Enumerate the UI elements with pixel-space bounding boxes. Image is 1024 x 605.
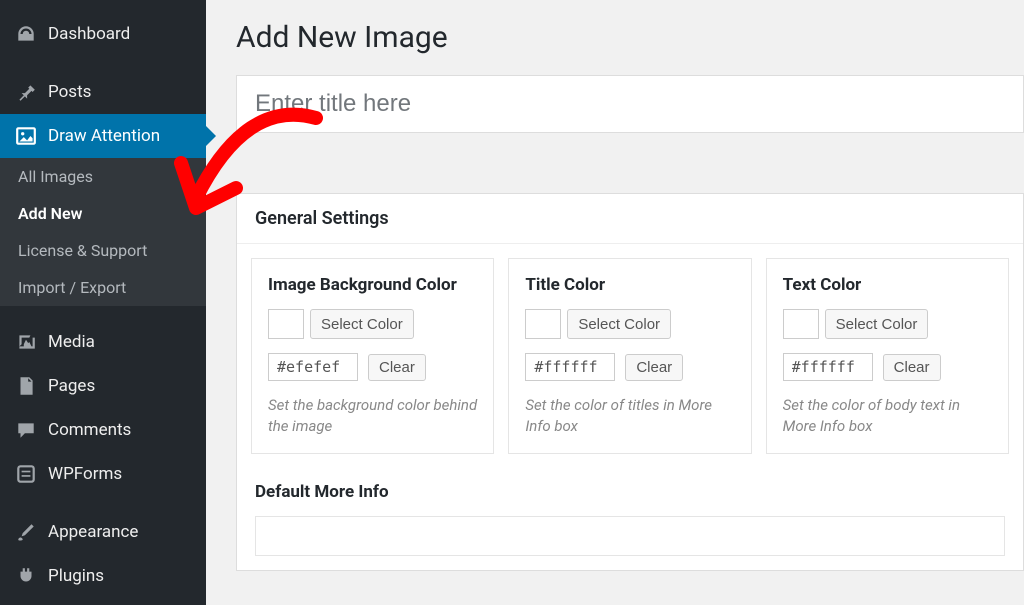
hex-input[interactable] (525, 353, 615, 381)
select-color-button[interactable]: Select Color (825, 309, 929, 339)
page-title: Add New Image (236, 20, 1024, 55)
color-description: Set the color of titles in More Info box (525, 395, 734, 437)
sidebar-item-pages[interactable]: Pages (0, 364, 206, 408)
sidebar-item-draw-attention[interactable]: Draw Attention (0, 114, 206, 158)
more-info-title: Default More Info (255, 482, 1005, 502)
sidebar-item-label: Draw Attention (48, 126, 160, 146)
select-color-button[interactable]: Select Color (310, 309, 414, 339)
page-icon (14, 374, 38, 398)
sidebar-item-label: Posts (48, 82, 91, 102)
sidebar-item-label: Media (48, 332, 95, 352)
sidebar-item-dashboard[interactable]: Dashboard (0, 12, 206, 56)
clear-button[interactable]: Clear (368, 354, 426, 381)
image-icon (14, 124, 38, 148)
sidebar-sub-add-new[interactable]: Add New (0, 195, 206, 232)
sidebar-item-appearance[interactable]: Appearance (0, 510, 206, 554)
comment-icon (14, 418, 38, 442)
sidebar-sub-all-images[interactable]: All Images (0, 158, 206, 195)
sidebar-item-label: Comments (48, 420, 131, 440)
sidebar-item-label: Plugins (48, 566, 104, 586)
media-icon (14, 330, 38, 354)
color-description: Set the color of body text in More Info … (783, 395, 992, 437)
sidebar-item-plugins[interactable]: Plugins (0, 554, 206, 598)
select-color-button[interactable]: Select Color (567, 309, 671, 339)
more-info-editor[interactable] (255, 516, 1005, 556)
clear-button[interactable]: Clear (883, 354, 941, 381)
plugin-icon (14, 564, 38, 588)
sidebar-item-media[interactable]: Media (0, 320, 206, 364)
dashboard-icon (14, 22, 38, 46)
main-content: Add New Image General Settings Image Bac… (206, 0, 1024, 605)
color-card-title: Title Color (525, 275, 734, 295)
pin-icon (14, 80, 38, 104)
general-settings-panel: General Settings Image Background Color … (236, 193, 1024, 571)
color-card-title-color: Title Color Select Color Clear Set the c… (508, 258, 751, 454)
form-icon (14, 462, 38, 486)
sidebar-submenu: All Images Add New License & Support Imp… (0, 158, 206, 306)
color-settings-grid: Image Background Color Select Color Clea… (237, 244, 1023, 468)
admin-sidebar: Dashboard Posts Draw Attention All Image… (0, 0, 206, 605)
sidebar-item-label: Appearance (48, 522, 138, 542)
sidebar-item-comments[interactable]: Comments (0, 408, 206, 452)
color-swatch[interactable] (268, 309, 304, 339)
hex-input[interactable] (783, 353, 873, 381)
sidebar-item-label: Dashboard (48, 24, 130, 44)
sidebar-sub-import-export[interactable]: Import / Export (0, 269, 206, 306)
title-input[interactable] (236, 75, 1024, 133)
hex-input[interactable] (268, 353, 358, 381)
sidebar-item-label: WPForms (48, 464, 122, 484)
color-swatch[interactable] (783, 309, 819, 339)
sidebar-item-posts[interactable]: Posts (0, 70, 206, 114)
color-card-title: Text Color (783, 275, 992, 295)
sidebar-item-label: Pages (48, 376, 95, 396)
color-card-background: Image Background Color Select Color Clea… (251, 258, 494, 454)
more-info-section: Default More Info (237, 468, 1023, 570)
sidebar-sub-license[interactable]: License & Support (0, 232, 206, 269)
color-card-text-color: Text Color Select Color Clear Set the co… (766, 258, 1009, 454)
sidebar-item-wpforms[interactable]: WPForms (0, 452, 206, 496)
settings-header: General Settings (237, 194, 1023, 244)
clear-button[interactable]: Clear (625, 354, 683, 381)
color-description: Set the background color behind the imag… (268, 395, 477, 437)
color-swatch[interactable] (525, 309, 561, 339)
color-card-title: Image Background Color (268, 275, 477, 295)
brush-icon (14, 520, 38, 544)
